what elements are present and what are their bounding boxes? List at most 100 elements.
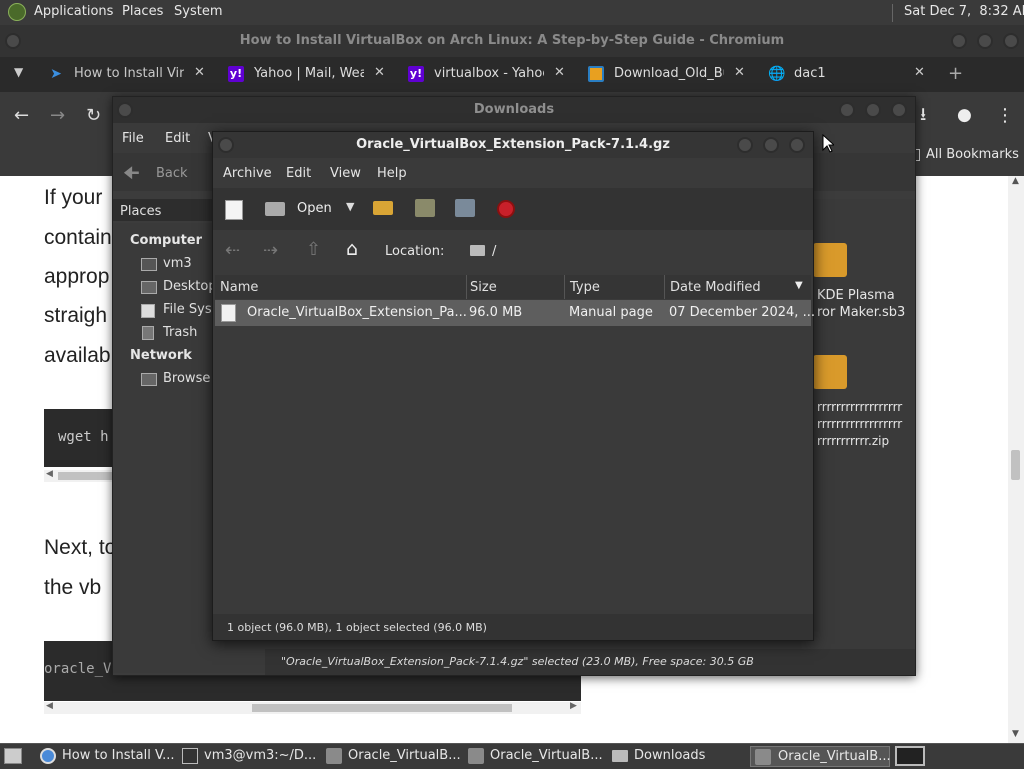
column-date-modified[interactable]: Date Modified: [670, 280, 761, 295]
taskbar-item-chromium[interactable]: How to Install V...: [40, 746, 175, 767]
tab-yahoo-mail[interactable]: y! Yahoo | Mail, Weat ✕: [228, 57, 396, 92]
menu-file[interactable]: File: [122, 131, 144, 146]
code-scrollbar[interactable]: ◀ ▶: [44, 701, 581, 714]
tab-search-chevron-icon[interactable]: ▼: [14, 65, 23, 79]
file-sb3[interactable]: KDE Plasma ror Maker.sb3: [817, 287, 905, 321]
minimize-button[interactable]: [951, 33, 967, 49]
tab-download-old-builds[interactable]: Download_Old_Bu ✕: [588, 57, 756, 92]
open-archive-icon[interactable]: [265, 202, 285, 216]
tab-close-icon[interactable]: ✕: [734, 65, 745, 80]
tab-close-icon[interactable]: ✕: [374, 65, 385, 80]
folder-icon: [470, 245, 485, 256]
forward-arrow-icon[interactable]: →: [50, 105, 65, 126]
place-filesystem[interactable]: File Syst: [163, 302, 217, 317]
system-menu[interactable]: System: [174, 4, 222, 19]
column-divider: [466, 275, 467, 299]
menu-edit[interactable]: Edit: [286, 166, 311, 181]
stop-icon[interactable]: [497, 200, 515, 218]
row-name: Oracle_VirtualBox_Extension_Pa...: [247, 305, 467, 320]
page-scrollbar[interactable]: ▲ ▼: [1008, 176, 1024, 743]
table-row[interactable]: Oracle_VirtualBox_Extension_Pa... 96.0 M…: [215, 300, 815, 326]
new-archive-icon[interactable]: [225, 200, 243, 220]
scroll-up-icon[interactable]: ▲: [1012, 176, 1019, 186]
place-vm3[interactable]: vm3: [163, 256, 192, 271]
tab-virtualbox-yahoo[interactable]: y! virtualbox - Yahoo ✕: [408, 57, 576, 92]
scroll-thumb[interactable]: [252, 704, 512, 712]
scroll-down-icon[interactable]: ▼: [1012, 729, 1019, 739]
tab-close-icon[interactable]: ✕: [194, 65, 205, 80]
places-menu[interactable]: Places: [122, 4, 163, 19]
archive-statusbar: 1 object (96.0 MB), 1 object selected (9…: [213, 614, 813, 640]
scroll-left-icon[interactable]: ◀: [46, 469, 53, 479]
distro-logo-icon[interactable]: [8, 3, 26, 21]
package-icon[interactable]: [813, 355, 847, 389]
minimize-button[interactable]: [839, 102, 855, 118]
package-icon[interactable]: [813, 243, 847, 277]
archive-status: 1 object (96.0 MB), 1 object selected (9…: [227, 621, 487, 634]
show-desktop-icon[interactable]: [4, 748, 22, 764]
kebab-menu-icon[interactable]: ⋮: [996, 105, 1014, 126]
tab-close-icon[interactable]: ✕: [554, 65, 565, 80]
up-arrow-icon[interactable]: ⇧: [306, 239, 321, 260]
taskbar-item-archive[interactable]: Oracle_VirtualB...: [326, 746, 461, 767]
close-button[interactable]: [789, 137, 805, 153]
menu-edit[interactable]: Edit: [165, 131, 190, 146]
archive-titlebar[interactable]: Oracle_VirtualBox_Extension_Pack-7.1.4.g…: [213, 132, 813, 158]
code-scrollbar[interactable]: ◀: [44, 469, 114, 482]
tab-dac1[interactable]: 🌐 dac1 ✕: [768, 57, 936, 92]
maximize-button[interactable]: [763, 137, 779, 153]
place-desktop[interactable]: Desktop: [163, 279, 217, 294]
profile-icon[interactable]: ●: [957, 106, 975, 124]
taskbar-item-archive-active[interactable]: Oracle_VirtualB...: [750, 746, 891, 767]
menu-help[interactable]: Help: [377, 166, 407, 181]
column-type[interactable]: Type: [570, 280, 600, 295]
code-text: oracle_V: [44, 661, 112, 677]
maximize-button[interactable]: [865, 102, 881, 118]
all-bookmarks-button[interactable]: All Bookmarks: [926, 147, 1019, 162]
minimize-button[interactable]: [737, 137, 753, 153]
scroll-right-icon[interactable]: ▶: [570, 701, 577, 711]
close-button[interactable]: [891, 102, 907, 118]
archive-manager-window[interactable]: Oracle_VirtualBox_Extension_Pack-7.1.4.g…: [212, 131, 815, 641]
code-text: wget h: [58, 429, 109, 445]
menu-view[interactable]: View: [330, 166, 361, 181]
taskbar-item-terminal[interactable]: vm3@vm3:~/D...: [182, 746, 316, 767]
tab-close-icon[interactable]: ✕: [914, 65, 925, 80]
scroll-thumb[interactable]: [58, 472, 114, 480]
open-button[interactable]: Open: [297, 201, 332, 216]
column-size[interactable]: Size: [470, 280, 497, 295]
add-folder-icon[interactable]: [455, 199, 475, 217]
forward-arrow-icon[interactable]: ⇢: [263, 240, 278, 261]
close-button[interactable]: [1003, 33, 1019, 49]
back-arrow-icon[interactable]: ⇠: [225, 240, 240, 261]
taskbar: How to Install V... vm3@vm3:~/D... Oracl…: [0, 743, 1024, 769]
add-files-icon[interactable]: [415, 199, 435, 217]
extract-icon[interactable]: [373, 201, 393, 215]
scroll-left-icon[interactable]: ◀: [46, 701, 53, 711]
column-name[interactable]: Name: [220, 280, 258, 295]
location-field[interactable]: /: [492, 244, 496, 259]
row-type: Manual page: [569, 305, 653, 320]
workspace-switcher[interactable]: [895, 746, 925, 766]
home-icon[interactable]: ⌂: [346, 238, 358, 260]
back-arrow-icon[interactable]: ←: [14, 105, 29, 126]
back-arrow-icon[interactable]: 🠈: [123, 161, 140, 191]
scroll-thumb[interactable]: [1011, 450, 1020, 480]
open-dropdown-icon[interactable]: ▼: [346, 200, 354, 213]
terminal-icon: [182, 748, 198, 764]
taskbar-item-downloads[interactable]: Downloads: [612, 746, 746, 767]
maximize-button[interactable]: [977, 33, 993, 49]
place-trash[interactable]: Trash: [163, 325, 197, 340]
download-icon[interactable]: ⭳: [920, 106, 938, 124]
file-zip[interactable]: rrrrrrrrrrrrrrrrrr rrrrrrrrrrrrrrrrrr rr…: [817, 399, 902, 450]
downloads-titlebar[interactable]: Downloads: [113, 97, 915, 123]
browser-titlebar[interactable]: How to Install VirtualBox on Arch Linux:…: [0, 25, 1024, 57]
clock[interactable]: Sat Dec 7, 8:32 AM: [904, 4, 1024, 19]
menu-archive[interactable]: Archive: [223, 166, 272, 181]
reload-icon[interactable]: ↻: [86, 105, 101, 126]
tab-how-to-install[interactable]: ➤ How to Install Virtu ✕: [48, 57, 216, 92]
back-button[interactable]: Back: [156, 166, 188, 181]
taskbar-item-archive[interactable]: Oracle_VirtualB...: [468, 746, 603, 767]
new-tab-button[interactable]: +: [948, 63, 963, 84]
applications-menu[interactable]: Applications: [34, 4, 113, 19]
